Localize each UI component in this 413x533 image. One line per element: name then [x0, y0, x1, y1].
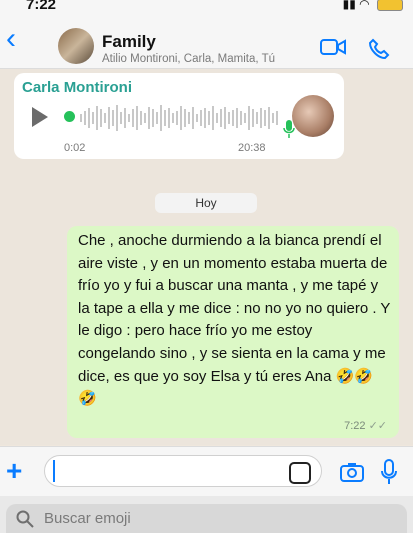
waveform-bar [276, 111, 278, 125]
waveform-bar [160, 105, 162, 131]
group-avatar[interactable] [58, 28, 94, 64]
waveform-bar [136, 106, 138, 130]
text-cursor [53, 460, 55, 482]
waveform-bar [196, 114, 198, 122]
waveform-bar [116, 105, 118, 131]
composer-bar: + [0, 446, 413, 497]
waveform-bar [252, 109, 254, 127]
waveform-bar [184, 109, 186, 127]
phone-icon[interactable] [368, 38, 390, 65]
waveform-bar [236, 108, 238, 128]
waveform-bar [140, 111, 142, 125]
waveform-bar [144, 113, 146, 123]
emoji-search-input[interactable]: Buscar emoji [6, 504, 407, 533]
microphone-icon[interactable] [381, 459, 397, 490]
waveform-bar [92, 112, 94, 124]
waveform-bar [84, 111, 86, 125]
video-call-icon[interactable] [320, 38, 346, 61]
waveform-bar [108, 107, 110, 129]
wifi-icon: ◠ [359, 0, 370, 11]
play-icon[interactable] [32, 107, 48, 127]
sticker-icon[interactable] [289, 462, 311, 484]
waveform-bar [88, 108, 90, 128]
waveform-bar [212, 106, 214, 130]
waveform-bar [220, 109, 222, 127]
microphone-icon [283, 119, 295, 144]
waveform-bar [228, 112, 230, 124]
message-input[interactable] [44, 455, 322, 487]
message-time: 7:22 [344, 420, 366, 432]
attach-button[interactable]: + [6, 455, 22, 487]
waveform-bar [148, 107, 150, 129]
message-text: Che , anoche durmiendo a la bianca prend… [78, 232, 391, 408]
waveform-bar [172, 113, 174, 123]
camera-icon[interactable] [340, 462, 364, 487]
waveform-bar [152, 109, 154, 127]
waveform-bar [216, 113, 218, 123]
voice-duration: 20:38 [238, 142, 266, 154]
waveform-bar [132, 109, 134, 127]
waveform-bar [156, 112, 158, 124]
message-meta: 7:22 ✓✓ [344, 419, 387, 432]
waveform-bar [208, 111, 210, 125]
waveform-bar [176, 111, 178, 125]
sender-avatar [292, 95, 334, 137]
waveform-bar [272, 113, 274, 123]
waveform-bar [232, 110, 234, 126]
waveform-bar [248, 106, 250, 130]
signal-icon: ▮▮ [342, 0, 356, 11]
battery-icon [377, 0, 403, 11]
waveform-bar [200, 110, 202, 126]
waveform-bar [112, 110, 114, 126]
search-icon [16, 510, 34, 533]
waveform-bar [128, 114, 130, 122]
waveform-bar [264, 110, 266, 126]
voice-message-bubble: Carla Montironi 0:02 20:38 [14, 73, 344, 159]
waveform-bar [120, 112, 122, 124]
waveform-bar [256, 112, 258, 124]
waveform-bar [188, 112, 190, 124]
emoji-search-placeholder: Buscar emoji [44, 510, 131, 527]
status-time: 7:22 [26, 0, 57, 13]
waveform-bar [164, 110, 166, 126]
waveform-bar [240, 111, 242, 125]
day-separator: Hoy [155, 193, 257, 213]
waveform-bar [244, 113, 246, 123]
read-receipt-icon: ✓✓ [368, 420, 387, 432]
waveform-bar [80, 114, 82, 122]
chat-header: ‹ Family Atilio Montironi, Carla, Mamita… [0, 14, 413, 69]
chat-area[interactable]: Carla Montironi 0:02 20:38 Hoy Che , ano… [0, 69, 413, 445]
back-button[interactable]: ‹ [6, 24, 16, 54]
waveform-bar [260, 108, 262, 128]
waveform-bar [268, 107, 270, 129]
playback-position-handle[interactable] [64, 111, 75, 122]
emoji-search-bar: Buscar emoji [0, 496, 413, 533]
chat-title[interactable]: Family [102, 32, 156, 52]
audio-waveform[interactable] [80, 103, 284, 133]
waveform-bar [180, 106, 182, 130]
status-bar: 7:22 ▮▮ ◠ [0, 0, 413, 14]
status-icons: ▮▮ ◠ [343, 0, 403, 11]
waveform-bar [124, 108, 126, 128]
waveform-bar [168, 108, 170, 128]
outgoing-message-bubble[interactable]: Che , anoche durmiendo a la bianca prend… [67, 226, 399, 438]
waveform-bar [224, 107, 226, 129]
waveform-bar [100, 109, 102, 127]
waveform-bar [104, 113, 106, 123]
chat-participants[interactable]: Atilio Montironi, Carla, Mamita, Tú [102, 53, 275, 65]
sender-name[interactable]: Carla Montironi [22, 79, 132, 96]
waveform-bar [96, 106, 98, 130]
waveform-bar [192, 107, 194, 129]
voice-elapsed-time: 0:02 [64, 142, 86, 154]
waveform-bar [204, 108, 206, 128]
